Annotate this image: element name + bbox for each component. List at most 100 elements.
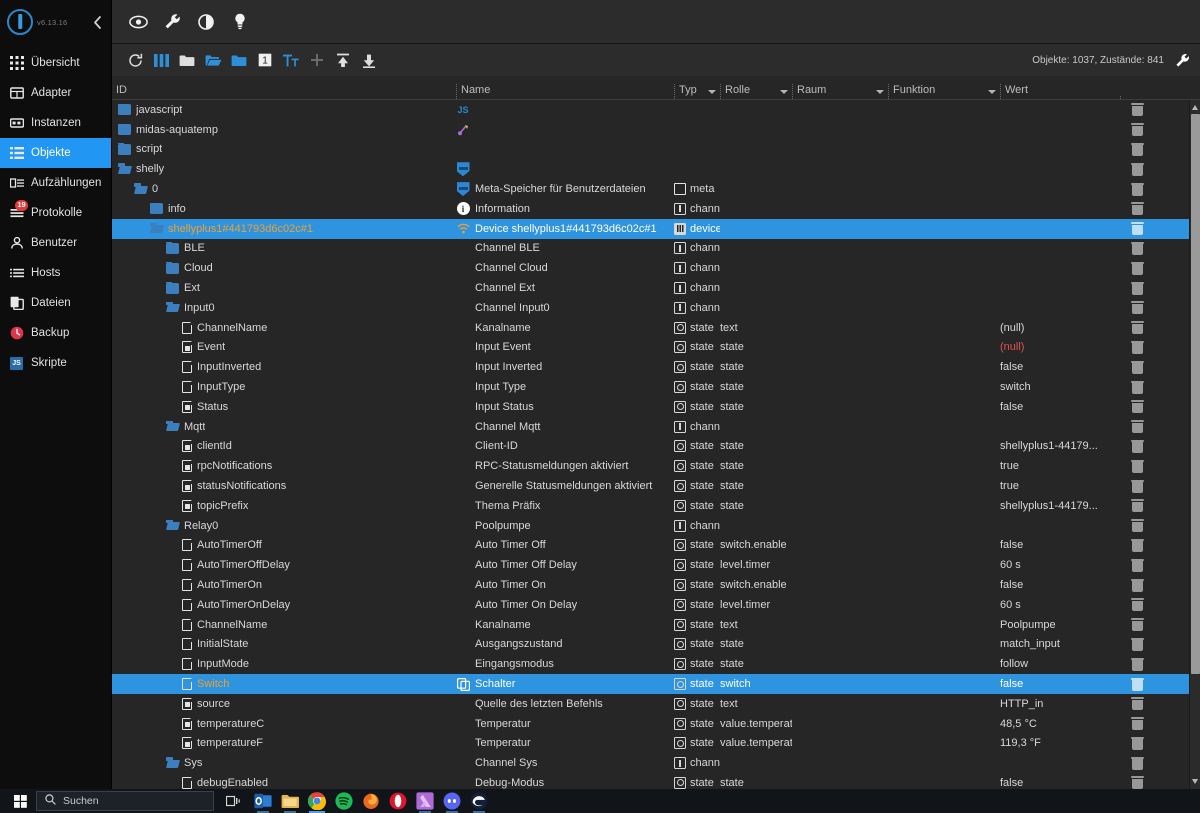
table-row[interactable]: EventInput Eventstatestate(null) — [112, 338, 1189, 358]
add-object-icon[interactable] — [304, 47, 330, 73]
delete-icon[interactable] — [1132, 618, 1143, 631]
sidebar-item-skripte[interactable]: JS Skripte — [0, 348, 111, 378]
cell-id[interactable]: BLE — [112, 242, 456, 254]
table-row[interactable]: ChannelNameKanalnamestatetextPoolpumpe — [112, 615, 1189, 635]
scrollbar-thumb[interactable] — [1191, 114, 1200, 674]
table-row[interactable]: Input0Channel Input0channel — [112, 298, 1189, 318]
windows-start-icon[interactable] — [4, 789, 36, 813]
column-header-id[interactable]: ID — [112, 84, 456, 99]
cell-wert[interactable]: true — [1000, 480, 1120, 492]
table-row[interactable]: InputTypeInput Typestatestateswitch — [112, 377, 1189, 397]
cell-id[interactable]: AutoTimerOnDelay — [112, 599, 456, 611]
taskbar-app-discord[interactable] — [443, 792, 461, 810]
table-row[interactable]: 0Meta-Speicher für Benutzerdateienmeta — [112, 179, 1189, 199]
cell-wert[interactable]: false — [1000, 539, 1120, 551]
cell-id[interactable]: Cloud — [112, 262, 456, 274]
delete-icon[interactable] — [1132, 499, 1143, 512]
sidebar-item-hosts[interactable]: Hosts — [0, 258, 111, 288]
cell-id[interactable]: shelly — [112, 163, 456, 175]
collapse-all-icon[interactable] — [174, 47, 200, 73]
taskbar-app-firefox[interactable] — [362, 792, 380, 810]
table-row[interactable]: StatusInput Statusstatestatefalse — [112, 397, 1189, 417]
sidebar-item-protokolle[interactable]: 19 Protokolle — [0, 198, 111, 228]
delete-icon[interactable] — [1132, 202, 1143, 215]
delete-icon[interactable] — [1132, 697, 1143, 710]
delete-icon[interactable] — [1132, 460, 1143, 473]
cell-id[interactable]: topicPrefix — [112, 500, 456, 512]
cell-wert[interactable]: match_input — [1000, 638, 1120, 650]
delete-icon[interactable] — [1132, 420, 1143, 433]
taskbar-search-input[interactable]: Suchen — [36, 791, 214, 811]
depth-one-icon[interactable]: 1 — [252, 47, 278, 73]
table-row[interactable]: shelly — [112, 159, 1189, 179]
table-row[interactable]: MqttChannel Mqttchannel — [112, 417, 1189, 437]
wrench-icon[interactable] — [1174, 52, 1190, 68]
cell-id[interactable]: clientId — [112, 440, 456, 452]
scroll-up-arrow-icon[interactable] — [1192, 105, 1198, 110]
table-row[interactable]: midas-aquatemp — [112, 120, 1189, 140]
cell-wert[interactable]: (null) — [1000, 341, 1120, 353]
table-row[interactable]: SysChannel Syschannel — [112, 753, 1189, 773]
table-row[interactable]: AutoTimerOnDelayAuto Timer On Delaystate… — [112, 595, 1189, 615]
table-row[interactable]: InitialStateAusgangszustandstatestatemat… — [112, 635, 1189, 655]
delete-icon[interactable] — [1132, 163, 1143, 176]
cell-wert[interactable]: false — [1000, 678, 1120, 690]
table-row[interactable]: debugEnabledDebug-Modusstatestatefalse — [112, 773, 1189, 789]
cell-wert[interactable]: switch — [1000, 381, 1120, 393]
delete-icon[interactable] — [1132, 598, 1143, 611]
delete-icon[interactable] — [1132, 341, 1143, 354]
cell-wert[interactable]: false — [1000, 777, 1120, 789]
table-row[interactable]: Relay0Poolpumpechannel — [112, 516, 1189, 536]
delete-icon[interactable] — [1132, 717, 1143, 730]
vertical-scrollbar[interactable] — [1189, 100, 1200, 789]
sidebar-item-objekte[interactable]: Objekte — [0, 138, 111, 168]
contrast-icon[interactable] — [196, 12, 216, 32]
table-row[interactable]: ExtChannel Extchannel — [112, 278, 1189, 298]
delete-icon[interactable] — [1132, 480, 1143, 493]
cell-wert[interactable]: Poolpumpe — [1000, 619, 1120, 631]
cell-wert[interactable]: follow — [1000, 658, 1120, 670]
cell-id[interactable]: Relay0 — [112, 520, 456, 532]
sidebar-item-backup[interactable]: Backup — [0, 318, 111, 348]
sidebar-item-dateien[interactable]: Dateien — [0, 288, 111, 318]
cell-id[interactable]: Status — [112, 401, 456, 413]
table-row[interactable]: AutoTimerOffDelayAuto Timer Off Delaysta… — [112, 555, 1189, 575]
delete-icon[interactable] — [1132, 440, 1143, 453]
column-header-raum[interactable]: Raum — [792, 84, 888, 99]
cell-id[interactable]: ChannelName — [112, 619, 456, 631]
cell-id[interactable]: ChannelName — [112, 322, 456, 334]
chevron-down-icon[interactable] — [780, 90, 788, 94]
cell-id[interactable]: rpcNotifications — [112, 460, 456, 472]
delete-icon[interactable] — [1132, 123, 1143, 136]
delete-icon[interactable] — [1132, 559, 1143, 572]
table-row[interactable]: AutoTimerOffAuto Timer Offstateswitch.en… — [112, 536, 1189, 556]
taskbar-app-affinity[interactable] — [416, 792, 434, 810]
wrench-icon[interactable] — [162, 12, 182, 32]
delete-icon[interactable] — [1132, 103, 1143, 116]
sidebar-item-uebersicht[interactable]: Übersicht — [0, 48, 111, 78]
table-row[interactable]: topicPrefixThema Präfixstatestateshellyp… — [112, 496, 1189, 516]
expand-all-icon[interactable] — [200, 47, 226, 73]
cell-id[interactable]: temperatureC — [112, 718, 456, 730]
chevron-down-icon[interactable] — [876, 90, 884, 94]
scroll-down-arrow-icon[interactable] — [1192, 779, 1198, 784]
export-icon[interactable] — [356, 47, 382, 73]
refresh-icon[interactable] — [122, 47, 148, 73]
table-row[interactable]: CloudChannel Cloudchannel — [112, 258, 1189, 278]
cell-id[interactable]: source — [112, 698, 456, 710]
delete-icon[interactable] — [1132, 301, 1143, 314]
delete-icon[interactable] — [1132, 361, 1143, 374]
delete-icon[interactable] — [1132, 658, 1143, 671]
cell-id[interactable]: AutoTimerOn — [112, 579, 456, 591]
sidebar-item-aufzaehlungen[interactable]: Aufzählungen — [0, 168, 111, 198]
cell-wert[interactable]: true — [1000, 460, 1120, 472]
cell-id[interactable]: script — [112, 143, 456, 155]
cell-wert[interactable]: shellyplus1-44179... — [1000, 500, 1120, 512]
cell-id[interactable]: Sys — [112, 757, 456, 769]
text-size-icon[interactable] — [278, 47, 304, 73]
taskbar-app-edge[interactable] — [470, 792, 488, 810]
cell-wert[interactable]: HTTP_in — [1000, 698, 1120, 710]
cell-wert[interactable]: false — [1000, 361, 1120, 373]
table-row[interactable]: shellyplus1#441793d6c02c#1Device shellyp… — [112, 219, 1189, 239]
cell-id[interactable]: InputInverted — [112, 361, 456, 373]
